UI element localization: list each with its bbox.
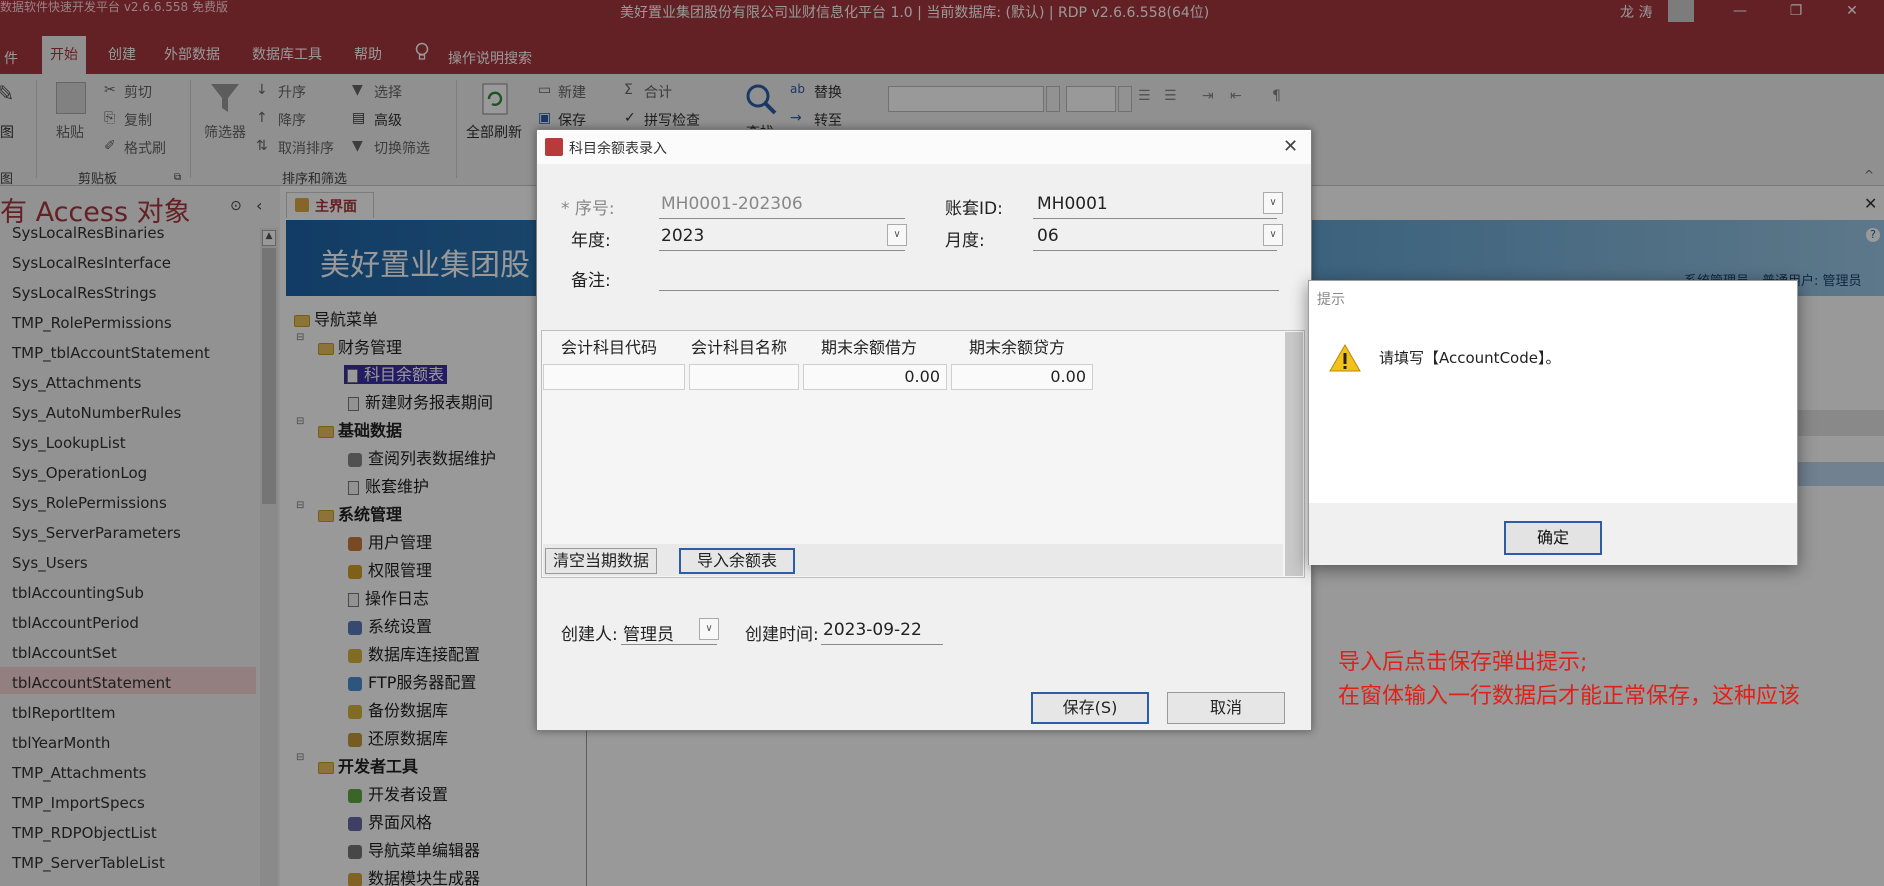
col-header-credit: 期末余额贷方 [969,338,1066,357]
cancel-button[interactable]: 取消 [1167,692,1285,724]
seq-underline [659,218,905,219]
col-header-account-code: 会计科目代码 [561,338,658,357]
creator-value[interactable]: 管理员 [623,620,674,645]
col-header-account-name: 会计科目名称 [691,338,788,357]
account-id-underline [1033,218,1277,219]
subject-balance-form: 科目余额表录入 ✕ * 序号: MH0001-202306 账套ID: MH00… [536,129,1312,731]
created-time-value: 2023-09-22 [823,620,922,640]
clear-period-data-button[interactable]: 清空当期数据 [545,548,657,574]
created-time-label: 创建时间: [745,625,819,645]
account-id-value[interactable]: MH0001 [1037,194,1108,214]
seq-value: MH0001-202306 [661,194,803,214]
month-underline [1033,250,1277,251]
created-time-underline [821,644,943,645]
creator-underline [621,644,717,645]
ok-button[interactable]: 确定 [1504,521,1602,555]
cell-account-code[interactable] [543,364,685,390]
form-close-icon[interactable]: ✕ [1283,136,1298,157]
form-title: 科目余额表录入 [569,141,667,157]
annotation-line-2: 在窗体输入一行数据后才能正常保存，这种应该 [1338,684,1801,709]
annotation-line-1: 导入后点击保存弹出提示; [1338,650,1588,675]
creator-label: 创建人: [561,625,618,645]
note-field[interactable] [659,290,1279,291]
month-dropdown-arrow[interactable]: ∨ [1263,224,1283,246]
alert-dialog: 提示 请填写【AccountCode】。 确定 [1308,280,1798,565]
cell-account-name[interactable] [689,364,799,390]
cell-credit[interactable]: 0.00 [951,364,1093,390]
year-dropdown-arrow[interactable]: ∨ [887,224,907,246]
note-label: 备注: [571,271,611,291]
account-id-dropdown-arrow[interactable]: ∨ [1263,192,1283,214]
account-id-label: 账套ID: [945,199,1003,219]
save-button[interactable]: 保存(S) [1031,692,1149,724]
subform-scrollbar[interactable] [1285,332,1303,576]
cell-debit[interactable]: 0.00 [803,364,947,390]
month-value[interactable]: 06 [1037,226,1059,246]
col-header-debit: 期末余额借方 [821,338,918,357]
creator-dropdown-arrow[interactable]: ∨ [699,618,719,640]
year-label: 年度: [571,231,611,251]
year-underline [659,250,905,251]
import-balance-button[interactable]: 导入余额表 [679,548,795,574]
warning-icon [1329,343,1361,373]
seq-label: * 序号: [561,199,615,219]
dialog-message: 请填写【AccountCode】。 [1379,349,1561,367]
dialog-title: 提示 [1317,292,1345,308]
access-app-icon [545,138,563,156]
year-value[interactable]: 2023 [661,226,704,246]
month-label: 月度: [945,231,985,251]
